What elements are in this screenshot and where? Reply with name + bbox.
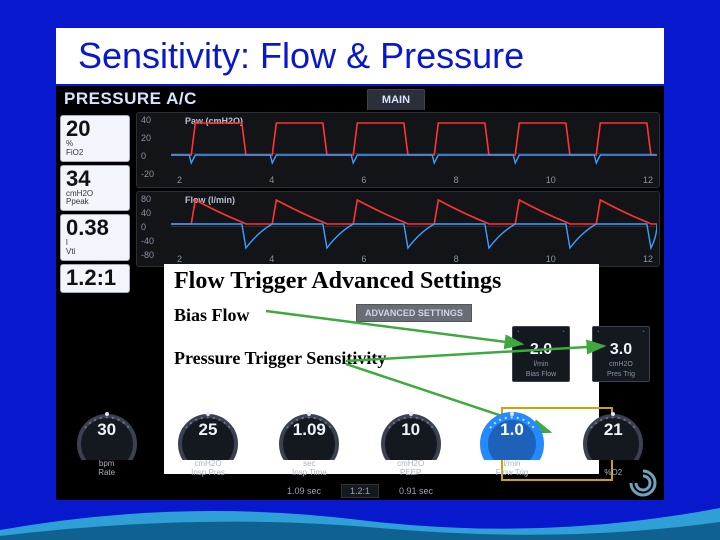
mode-row: PRESSURE A/C MAIN — [56, 86, 664, 112]
title-band: Sensitivity: Flow & Pressure — [56, 28, 664, 84]
knob-peep[interactable]: 10 cmH2O PEEP — [360, 394, 461, 482]
tile-ratio[interactable]: 1.2:1 — [60, 264, 130, 293]
overlay-heading: Flow Trigger Advanced Settings — [174, 268, 589, 295]
slide-title: Sensitivity: Flow & Pressure — [78, 35, 524, 77]
left-tile-column: 20 % FiO2 34 cmH2O Ppeak 0.38 l Vti 1.2:… — [56, 112, 134, 296]
knob-row: 30 bpm Rate 25 cmH2O Insp Pres 1.09 sec … — [56, 394, 664, 482]
insp-time-readout: 1.09 sec — [287, 486, 321, 496]
waveform-area: Paw (cmH2O) 40 20 0 -20 24 68 1012 — [136, 112, 660, 270]
ie-ratio-readout: 1.2:1 — [341, 484, 379, 498]
ventilator-screen: PRESSURE A/C MAIN 20 % FiO2 34 cmH2O Ppe… — [56, 86, 664, 500]
flow-xticks: 24 68 1012 — [177, 254, 653, 264]
advanced-settings-boxes: `` 2.0 l/min Bias Flow `` 3.0 cmH2O Pres… — [512, 326, 650, 382]
tile-vti[interactable]: 0.38 l Vti — [60, 214, 130, 261]
knob-insp-pres[interactable]: 25 cmH2O Insp Pres — [157, 394, 258, 482]
swirl-icon — [628, 468, 658, 498]
paw-yticks: 40 20 0 -20 — [141, 113, 169, 187]
adv-bias-flow[interactable]: `` 2.0 l/min Bias Flow — [512, 326, 570, 382]
bottom-meta: 1.09 sec 1.2:1 0.91 sec — [56, 482, 664, 500]
flow-yticks: 80 40 0 -40 -80 — [141, 192, 169, 266]
slide-root: Sensitivity: Flow & Pressure PRESSURE A/… — [0, 0, 720, 540]
exp-time-readout: 0.91 sec — [399, 486, 433, 496]
tab-advanced-settings[interactable]: ADVANCED SETTINGS — [356, 304, 472, 322]
paw-xticks: 24 68 1012 — [177, 175, 653, 185]
mode-label: PRESSURE A/C — [56, 89, 197, 109]
knob-insp-time[interactable]: 1.09 sec Insp Time — [259, 394, 360, 482]
wave-paw: Paw (cmH2O) 40 20 0 -20 24 68 1012 — [136, 112, 660, 188]
wave-flow: Flow (l/min) 80 40 0 -40 -80 24 68 1012 — [136, 191, 660, 267]
tile-ppeak[interactable]: 34 cmH2O Ppeak — [60, 165, 130, 212]
tab-main[interactable]: MAIN — [367, 89, 425, 110]
knob-flow-trig[interactable]: 1.0 l/min Flow Trig — [461, 394, 562, 482]
adv-pres-trig[interactable]: `` 3.0 cmH2O Pres Trig — [592, 326, 650, 382]
knob-rate[interactable]: 30 bpm Rate — [56, 394, 157, 482]
tile-fio2[interactable]: 20 % FiO2 — [60, 115, 130, 162]
